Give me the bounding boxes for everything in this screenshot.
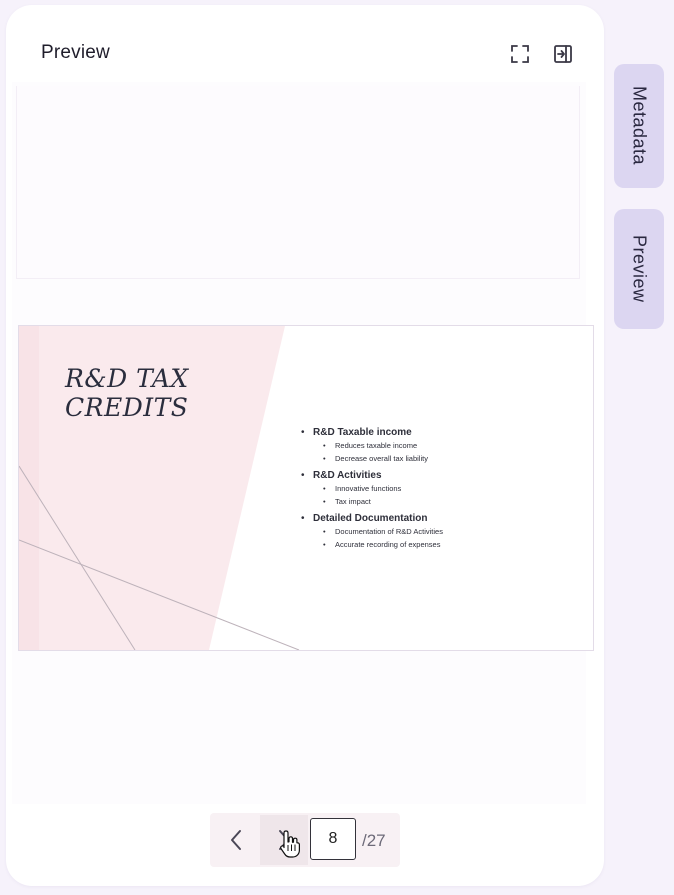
page-total: /27 <box>362 831 386 850</box>
tab-metadata-label: Metadata <box>629 86 650 166</box>
chevron-right-icon <box>279 830 289 850</box>
slide-bullets: R&D Taxable income Reduces taxable incom… <box>301 422 591 551</box>
sub-bullet: Reduces taxable income <box>301 439 591 452</box>
tab-preview[interactable]: Preview <box>614 209 664 329</box>
page-navigator: /27 <box>210 813 400 867</box>
page-number-input[interactable] <box>310 818 356 860</box>
collapse-panel-button[interactable] <box>550 41 576 67</box>
sub-bullet: Accurate recording of expenses <box>301 538 591 551</box>
tab-preview-label: Preview <box>629 235 650 303</box>
sub-bullet: Decrease overall tax liability <box>301 452 591 465</box>
fullscreen-icon <box>511 45 529 63</box>
tab-metadata[interactable]: Metadata <box>614 64 664 188</box>
slide-title: R&D TAX CREDITS <box>65 364 285 422</box>
collapse-panel-icon <box>554 45 572 63</box>
next-page-button[interactable] <box>260 815 308 865</box>
sub-bullet: Tax impact <box>301 495 591 508</box>
slide-page: R&D TAX CREDITS R&D Taxable income Reduc… <box>18 325 594 651</box>
sub-bullet: Innovative functions <box>301 482 591 495</box>
chevron-left-icon <box>231 830 241 850</box>
previous-page-button[interactable] <box>212 815 260 865</box>
slide-title-line1: R&D TAX <box>65 364 189 393</box>
bullet: Detailed Documentation <box>301 513 591 525</box>
slide-title-line2: CREDITS <box>65 393 189 422</box>
fullscreen-button[interactable] <box>507 41 533 67</box>
bullet: R&D Taxable income <box>301 427 591 439</box>
bullet: R&D Activities <box>301 470 591 482</box>
previous-page <box>16 86 580 279</box>
panel-title: Preview <box>41 42 110 63</box>
panel-header: Preview <box>6 5 604 87</box>
sub-bullet: Documentation of R&D Activities <box>301 525 591 538</box>
